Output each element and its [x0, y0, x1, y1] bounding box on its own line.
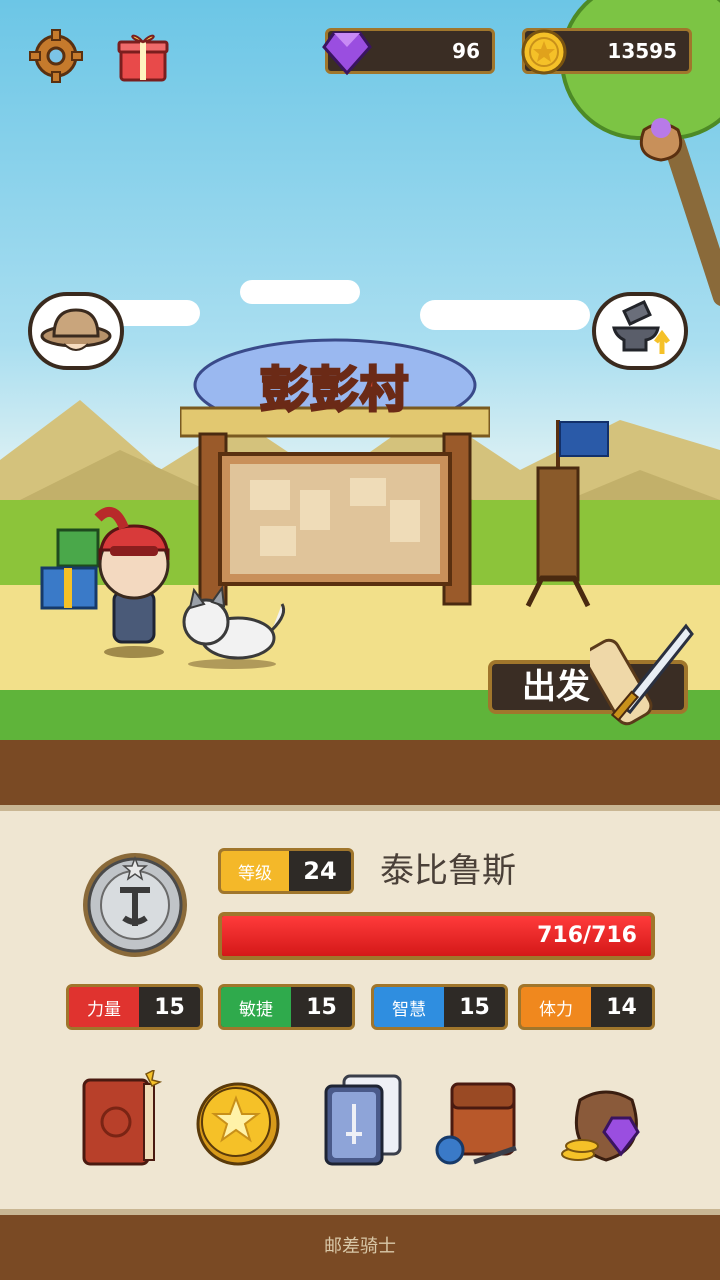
gift-box-icon[interactable]: [115, 28, 171, 84]
hero-name: 泰比鲁斯: [380, 851, 516, 891]
stat-label: 力量: [69, 987, 139, 1027]
village-bulletin-board[interactable]: 彭彭村: [178, 330, 492, 610]
scroll-sword-icon[interactable]: [590, 620, 700, 740]
purple-gem-icon: [322, 31, 372, 76]
gold-count: 13595: [607, 39, 677, 63]
explorer-hat-icon: [40, 308, 112, 351]
stat-agility: 敏捷 15: [218, 984, 355, 1030]
rank-medal-icon[interactable]: [80, 850, 190, 960]
settings-gear-icon[interactable]: [28, 28, 84, 84]
stat-value: 14: [606, 994, 637, 1020]
backpack-icon[interactable]: [434, 1070, 530, 1170]
level-indicator: 等级 24: [218, 848, 354, 894]
flag-post: [525, 420, 609, 608]
cards-icon[interactable]: [316, 1070, 412, 1170]
stat-value: 15: [154, 994, 185, 1020]
stat-label: 敏捷: [221, 987, 291, 1027]
hp-value: 716/716: [537, 923, 637, 948]
stat-label: 体力: [521, 987, 591, 1027]
npc-hat-bubble[interactable]: [28, 292, 124, 370]
gold-coin-icon: [521, 29, 567, 75]
loot-sack-icon[interactable]: [634, 108, 688, 164]
journal-book-icon[interactable]: [74, 1070, 170, 1170]
husky-dog[interactable]: [172, 584, 290, 670]
gem-counter[interactable]: 96: [322, 28, 495, 76]
gem-count: 96: [452, 39, 480, 63]
blacksmith-upgrade-bubble[interactable]: [592, 292, 688, 370]
anvil-hammer-icon: [612, 300, 670, 354]
treasure-bag-icon[interactable]: [558, 1070, 654, 1170]
gold-counter[interactable]: 13595: [521, 28, 692, 75]
cloud: [420, 300, 590, 330]
stat-label: 智慧: [374, 987, 444, 1027]
stat-wisdom: 智慧 15: [371, 984, 508, 1030]
star-coin-icon[interactable]: [190, 1070, 286, 1170]
depart-button-label: 出发: [522, 667, 590, 707]
hp-bar: 716/716: [218, 912, 655, 960]
cloud: [240, 280, 360, 304]
stat-value: 15: [459, 994, 490, 1020]
village-name-sign: 彭彭村: [258, 361, 410, 420]
stat-value: 15: [306, 994, 337, 1020]
stat-stamina: 体力 14: [518, 984, 655, 1030]
village-scene: 96 13595 彭彭村 出发: [0, 0, 720, 760]
level-value: 24: [303, 857, 337, 885]
game-title: 邮差骑士: [324, 1236, 396, 1257]
stat-strength: 力量 15: [66, 984, 203, 1030]
knight-hero[interactable]: [84, 500, 184, 660]
level-label: 等级: [221, 851, 289, 891]
